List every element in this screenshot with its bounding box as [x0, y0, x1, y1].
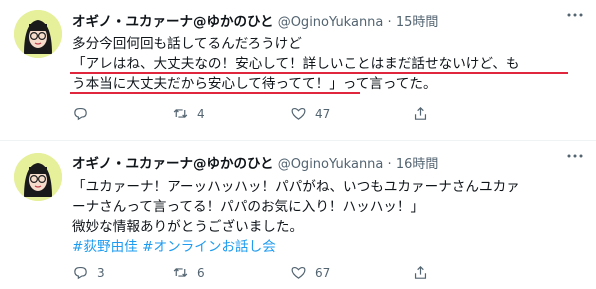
reply-icon [74, 266, 87, 280]
avatar-illustration [14, 10, 62, 58]
share-button[interactable] [412, 264, 429, 281]
action-bar: 4 47 [72, 105, 552, 125]
like-button[interactable]: 47 [290, 105, 330, 122]
author-name[interactable]: オギノ・ユカァーナ@ゆかのひと [72, 156, 274, 172]
red-underline [70, 92, 360, 94]
hashtag-link[interactable]: #オンラインお話し会 [142, 239, 276, 255]
tweet[interactable]: オギノ・ユカァーナ@ゆかのひと @OginoYukanna · 15時間 多分今… [0, 0, 596, 141]
reply-icon [74, 107, 87, 121]
like-icon [291, 107, 306, 120]
tweet-line-text: う本当に大丈夫だから安心して待ってて！」って言ってた。 [72, 76, 437, 92]
hashtag-link[interactable]: #荻野由佳 [72, 239, 138, 255]
author-handle[interactable]: @OginoYukanna [278, 157, 384, 172]
avatar[interactable] [14, 10, 62, 58]
reply-count: 3 [97, 265, 105, 280]
like-button[interactable]: 67 [290, 264, 330, 281]
tweet-line: 「ユカァーナ！アーッハッハッ！パパがね、いつもユカァーナさんユカァ [72, 179, 520, 195]
tweet-line: 多分今回何回も話してるんだろうけど [72, 36, 302, 52]
share-button[interactable] [412, 105, 429, 122]
author-name[interactable]: オギノ・ユカァーナ@ゆかのひと [72, 14, 274, 30]
tweet-header: オギノ・ユカァーナ@ゆかのひと @OginoYukanna · 15時間 [72, 10, 438, 30]
retweet-count: 4 [197, 106, 205, 121]
tweet-text: 「ユカァーナ！アーッハッハッ！パパがね、いつもユカァーナさんユカァ ーナさんって… [72, 177, 582, 257]
retweet-button[interactable]: 4 [172, 105, 205, 122]
retweet-count: 6 [197, 265, 205, 280]
retweet-icon [173, 109, 188, 118]
author-handle[interactable]: @OginoYukanna [278, 15, 384, 30]
action-bar: 3 6 67 [72, 264, 552, 284]
tweet-line: ーナさんって言ってる！パパのお気に入り！ハッハッ！」 [72, 199, 425, 215]
tweet-line: 微妙な情報ありがとうございました。 [72, 219, 304, 235]
timestamp[interactable]: 15時間 [396, 15, 439, 30]
retweet-icon [173, 268, 188, 277]
tweet-line-text: 「アレはね、大丈夫なの！安心して！詳しいことはまだ話せないけど、も [72, 56, 520, 72]
tweet-line: う本当に大丈夫だから安心して待ってて！」って言ってた。 [70, 74, 582, 94]
share-icon [414, 106, 427, 120]
retweet-button[interactable]: 6 [172, 264, 205, 281]
reply-button[interactable] [72, 105, 97, 122]
timestamp[interactable]: 16時間 [396, 157, 439, 172]
like-icon [291, 266, 306, 279]
avatar[interactable] [14, 153, 62, 201]
tweet-header: オギノ・ユカァーナ@ゆかのひと @OginoYukanna · 16時間 [72, 152, 438, 172]
share-icon [414, 265, 427, 279]
more-icon[interactable] [566, 147, 584, 169]
separator: · [387, 157, 392, 172]
reply-button[interactable]: 3 [72, 264, 105, 281]
tweet-text: 多分今回何回も話してるんだろうけど 「アレはね、大丈夫なの！安心して！詳しいこと… [70, 34, 582, 94]
like-count: 67 [315, 265, 331, 280]
like-count: 47 [315, 106, 331, 121]
avatar-illustration [14, 153, 62, 201]
hashtag-line: #荻野由佳 #オンラインお話し会 [72, 237, 582, 257]
separator: · [387, 15, 392, 30]
tweet-line: 「アレはね、大丈夫なの！安心して！詳しいことはまだ話せないけど、も [70, 54, 582, 74]
more-icon[interactable] [566, 6, 584, 28]
tweet[interactable]: オギノ・ユカァーナ@ゆかのひと @OginoYukanna · 16時間 「ユカ… [0, 141, 596, 289]
